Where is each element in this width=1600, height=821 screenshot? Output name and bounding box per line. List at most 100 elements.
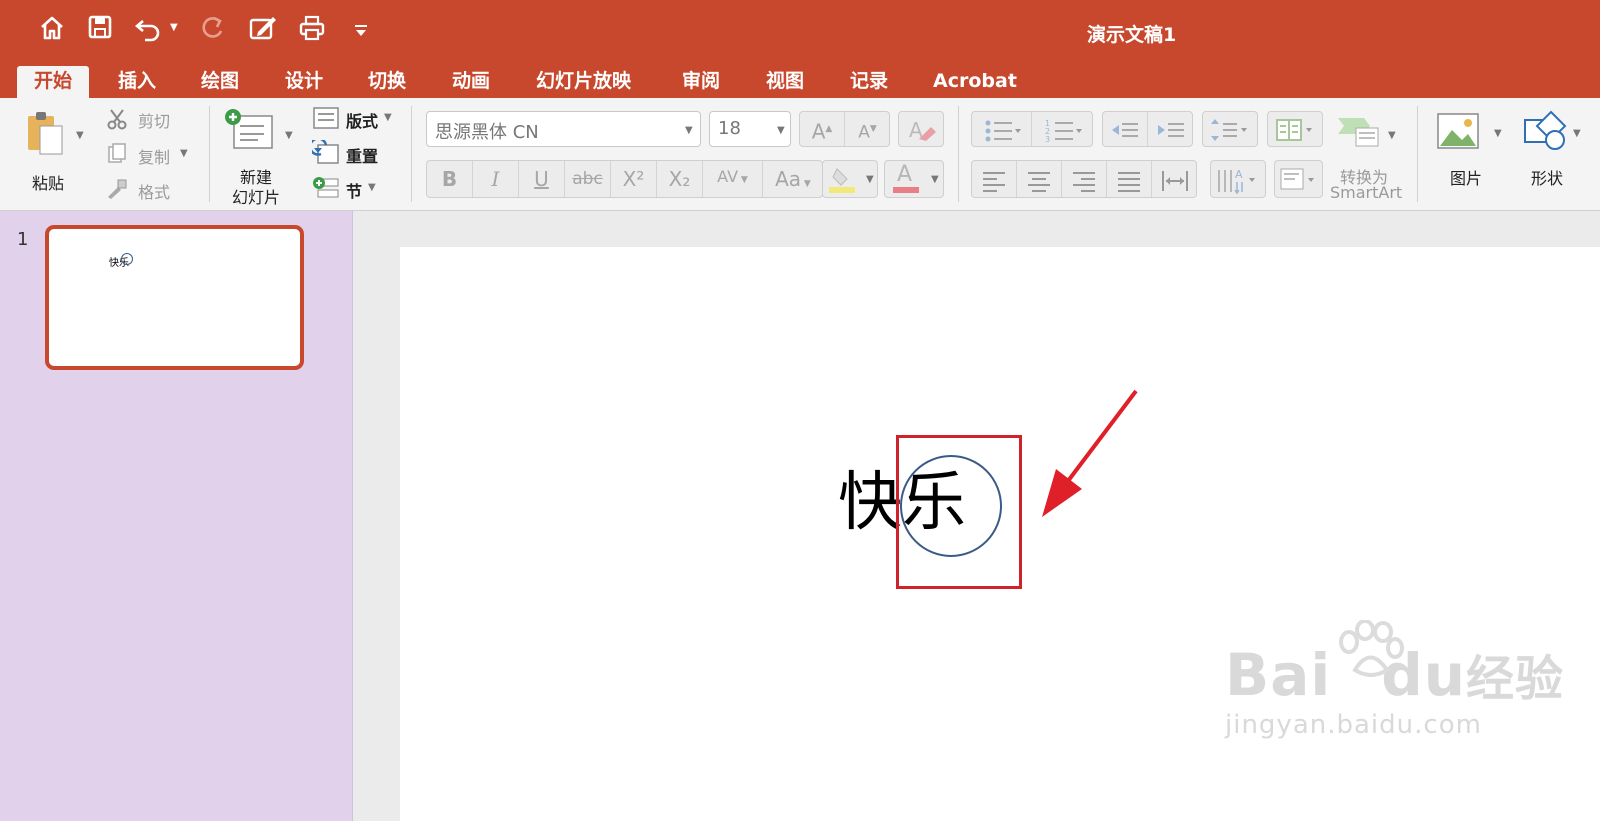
- undo-dropdown-icon[interactable]: ▼: [170, 22, 178, 33]
- section-icon[interactable]: [312, 176, 340, 200]
- copy-dropdown-icon[interactable]: ▼: [180, 148, 188, 159]
- change-case-button[interactable]: Aa ▼: [763, 161, 823, 197]
- smartart-dropdown-icon[interactable]: ▼: [1388, 130, 1396, 141]
- subscript-button[interactable]: X₂: [657, 161, 703, 197]
- bold-button[interactable]: B: [427, 161, 473, 197]
- text-direction-button[interactable]: A: [1210, 160, 1266, 198]
- reset-slide-icon[interactable]: [312, 140, 340, 166]
- convert-smartart-button[interactable]: ▼ 转换为 SmartArt: [1328, 108, 1408, 204]
- font-size-dropdown-icon[interactable]: ▼: [777, 125, 785, 136]
- align-center-icon: [1028, 172, 1050, 192]
- highlight-dropdown-icon[interactable]: ▼: [866, 174, 874, 185]
- strikethrough-button[interactable]: abc: [565, 161, 611, 197]
- redo-icon: [202, 16, 223, 38]
- align-text-button[interactable]: [1274, 160, 1323, 198]
- slide-char-kuai: 快: [838, 466, 902, 540]
- bullets-icon: [985, 120, 1021, 142]
- layout-dropdown-icon[interactable]: ▼: [384, 112, 392, 123]
- tab-review[interactable]: 审阅: [678, 66, 724, 98]
- align-text-icon: [1280, 168, 1314, 190]
- grow-font-button[interactable]: A▲: [800, 112, 845, 146]
- highlight-rectangle: [896, 435, 1022, 589]
- tab-design[interactable]: 设计: [281, 66, 327, 98]
- character-spacing-button[interactable]: AV ▼: [703, 161, 763, 197]
- picture-icon: [1437, 113, 1479, 149]
- highlight-color-button[interactable]: ▼: [822, 160, 878, 198]
- shapes-button[interactable]: ▼ 形状: [1517, 108, 1597, 198]
- undo-icon[interactable]: [134, 14, 164, 42]
- edit-doc-icon[interactable]: [248, 14, 278, 42]
- tab-record[interactable]: 记录: [846, 66, 892, 98]
- paste-icon: [28, 112, 63, 155]
- align-right-button[interactable]: [1062, 161, 1107, 197]
- new-slide-dropdown-icon[interactable]: ▼: [285, 130, 293, 141]
- columns-button[interactable]: [1267, 111, 1323, 147]
- cut-icon[interactable]: [106, 108, 128, 130]
- distributed-button[interactable]: [1152, 161, 1197, 197]
- tab-transitions[interactable]: 切换: [364, 66, 410, 98]
- tab-animations[interactable]: 动画: [448, 66, 494, 98]
- tab-draw[interactable]: 绘图: [197, 66, 243, 98]
- font-name-dropdown-icon[interactable]: ▼: [685, 125, 693, 136]
- underline-button[interactable]: U: [519, 161, 565, 197]
- numbering-button[interactable]: 123: [1032, 112, 1093, 146]
- shrink-font-button[interactable]: A▼: [845, 112, 890, 146]
- title-bar: ▼ 演示文稿1: [0, 0, 1600, 62]
- layout-label[interactable]: 版式: [346, 108, 378, 132]
- columns-icon: [1276, 119, 1312, 141]
- justify-button[interactable]: [1107, 161, 1152, 197]
- bullets-button[interactable]: [972, 112, 1032, 146]
- separator: [958, 106, 959, 202]
- document-title: 演示文稿1: [1087, 24, 1177, 46]
- reset-label[interactable]: 重置: [346, 143, 378, 167]
- new-slide-label-line2: 幻灯片: [232, 188, 281, 207]
- tab-slideshow[interactable]: 幻灯片放映: [532, 66, 635, 98]
- font-color-dropdown-icon[interactable]: ▼: [931, 174, 939, 185]
- home-icon[interactable]: [38, 14, 66, 42]
- section-label[interactable]: 节: [346, 178, 362, 202]
- format-painter-icon[interactable]: [106, 178, 128, 200]
- layout-icon[interactable]: [312, 106, 340, 130]
- clear-formatting-button[interactable]: A: [898, 111, 944, 147]
- text-direction-icon: A: [1218, 168, 1255, 195]
- separator: [1417, 106, 1418, 202]
- align-center-button[interactable]: [1017, 161, 1062, 197]
- tab-acrobat[interactable]: Acrobat: [929, 66, 1021, 98]
- picture-button[interactable]: ▼ 图片: [1432, 108, 1504, 198]
- new-slide-button[interactable]: ▼ 新建 幻灯片: [222, 106, 294, 207]
- picture-dropdown-icon[interactable]: ▼: [1494, 128, 1502, 139]
- cut-label[interactable]: 剪切: [138, 108, 170, 132]
- shapes-dropdown-icon[interactable]: ▼: [1573, 128, 1581, 139]
- picture-label: 图片: [1450, 169, 1483, 188]
- svg-text:A: A: [1235, 168, 1243, 181]
- format-painter-label[interactable]: 格式: [138, 179, 170, 203]
- separator: [411, 106, 412, 202]
- font-color-button[interactable]: A ▼: [884, 160, 944, 198]
- tab-home[interactable]: 开始: [17, 66, 90, 98]
- font-size-combobox[interactable]: 18 ▼: [709, 111, 791, 147]
- align-right-icon: [1073, 172, 1095, 192]
- tab-view[interactable]: 视图: [762, 66, 808, 98]
- paste-button[interactable]: ▼ 粘贴: [14, 106, 86, 193]
- decrease-indent-button[interactable]: [1103, 112, 1148, 146]
- font-name-combobox[interactable]: 思源黑体 CN ▼: [426, 111, 701, 147]
- font-color-glyph: A: [897, 162, 913, 187]
- customize-caret-icon[interactable]: [354, 24, 368, 38]
- print-icon[interactable]: [298, 14, 326, 42]
- paste-dropdown-icon[interactable]: ▼: [76, 130, 84, 141]
- separator: [209, 106, 210, 202]
- font-style-buttons: B I U abc X² X₂ AV ▼ Aa ▼: [426, 160, 823, 198]
- line-spacing-button[interactable]: [1202, 111, 1258, 147]
- list-buttons: 123: [971, 111, 1093, 147]
- section-dropdown-icon[interactable]: ▼: [368, 182, 376, 193]
- save-icon[interactable]: [87, 14, 113, 40]
- superscript-button[interactable]: X²: [611, 161, 657, 197]
- copy-label[interactable]: 复制: [138, 144, 170, 168]
- italic-button[interactable]: I: [473, 161, 519, 197]
- copy-icon[interactable]: [106, 142, 128, 164]
- slide-thumbnail[interactable]: 快乐: [45, 225, 304, 370]
- tab-insert[interactable]: 插入: [114, 66, 160, 98]
- increase-indent-button[interactable]: [1148, 112, 1193, 146]
- align-left-button[interactable]: [972, 161, 1017, 197]
- align-left-icon: [983, 172, 1005, 192]
